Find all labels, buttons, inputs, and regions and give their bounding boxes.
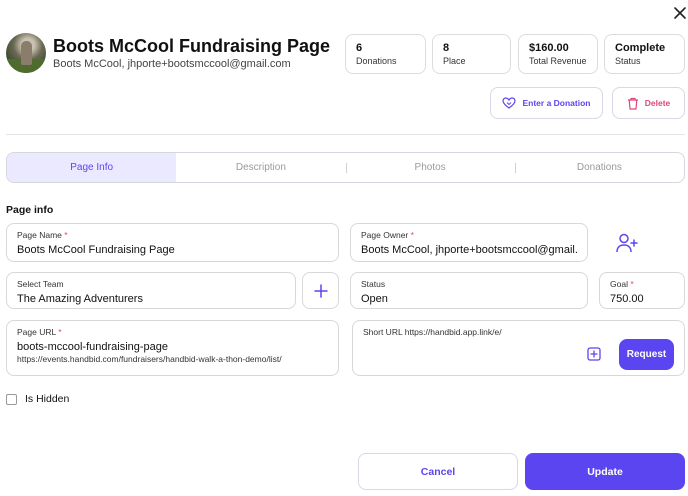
tab-donations[interactable]: Donations bbox=[514, 153, 684, 182]
stat-label: Donations bbox=[356, 56, 397, 66]
close-button[interactable] bbox=[671, 4, 688, 22]
stat-value: 8 bbox=[443, 42, 450, 54]
enter-donation-button[interactable]: Enter a Donation bbox=[490, 87, 603, 119]
tab-photos[interactable]: Photos bbox=[345, 153, 515, 182]
delete-label: Delete bbox=[644, 98, 671, 108]
heart-donation-icon bbox=[502, 97, 517, 109]
update-button[interactable]: Update bbox=[525, 453, 685, 490]
page-owner-label: Page Owner * bbox=[361, 230, 414, 240]
is-hidden-checkbox[interactable] bbox=[6, 393, 17, 405]
is-hidden-label: Is Hidden bbox=[25, 393, 70, 405]
status-value[interactable]: Open bbox=[361, 293, 577, 305]
tab-page-info[interactable]: Page Info bbox=[7, 153, 177, 182]
page-url-label: Page URL * bbox=[17, 327, 62, 337]
plus-square-icon bbox=[587, 347, 601, 361]
tab-bar: Page Info Description Photos Donations bbox=[6, 152, 685, 183]
add-user-icon bbox=[616, 233, 638, 253]
header-divider bbox=[6, 134, 685, 135]
tab-description[interactable]: Description bbox=[176, 153, 345, 182]
required-mark: * bbox=[630, 279, 634, 289]
stat-status: Complete Status bbox=[604, 34, 685, 74]
required-mark: * bbox=[64, 230, 68, 240]
add-team-button[interactable] bbox=[302, 272, 339, 309]
goal-field[interactable]: Goal * 750.00 bbox=[599, 272, 685, 309]
page-title: Boots McCool Fundraising Page bbox=[53, 36, 331, 56]
is-hidden-row: Is Hidden bbox=[6, 393, 69, 405]
plus-icon bbox=[313, 283, 328, 298]
stat-value: Complete bbox=[615, 42, 666, 54]
page-url-full: https://events.handbid.com/fundraisers/h… bbox=[17, 354, 282, 364]
stat-label: Status bbox=[615, 56, 641, 66]
trash-icon bbox=[627, 97, 638, 110]
select-team-value[interactable]: The Amazing Adventurers bbox=[17, 293, 285, 305]
page-owner-input[interactable]: Boots McCool, jhporte+bootsmccool@gmail.… bbox=[361, 244, 577, 256]
copy-short-url-button[interactable] bbox=[586, 346, 602, 362]
stat-label: Total Revenue bbox=[529, 56, 587, 66]
enter-donation-label: Enter a Donation bbox=[522, 98, 591, 108]
stat-donations: 6 Donations bbox=[345, 34, 426, 74]
avatar bbox=[6, 33, 46, 73]
add-owner-button[interactable] bbox=[612, 229, 642, 257]
stat-value: $160.00 bbox=[529, 42, 569, 54]
close-icon bbox=[674, 7, 686, 19]
request-button[interactable]: Request bbox=[619, 339, 674, 370]
page-name-field[interactable]: Page Name * Boots McCool Fundraising Pag… bbox=[6, 223, 339, 262]
short-url-label: Short URL https://handbid.app.link/e/ bbox=[363, 327, 502, 337]
select-team-label: Select Team bbox=[17, 279, 64, 289]
page-owner-field[interactable]: Page Owner * Boots McCool, jhporte+boots… bbox=[350, 223, 588, 262]
stat-place: 8 Place bbox=[432, 34, 511, 74]
required-mark: * bbox=[58, 327, 62, 337]
stat-value: 6 bbox=[356, 42, 363, 54]
select-team-field[interactable]: Select Team The Amazing Adventurers bbox=[6, 272, 296, 309]
section-title: Page info bbox=[6, 204, 54, 216]
required-mark: * bbox=[410, 230, 414, 240]
page-name-label: Page Name * bbox=[17, 230, 68, 240]
delete-button[interactable]: Delete bbox=[612, 87, 685, 119]
page-owner-subtitle: Boots McCool, jhporte+bootsmccool@gmail.… bbox=[53, 58, 291, 70]
page-url-field[interactable]: Page URL * boots-mccool-fundraising-page… bbox=[6, 320, 339, 376]
goal-input[interactable]: 750.00 bbox=[610, 293, 674, 305]
cancel-button[interactable]: Cancel bbox=[358, 453, 518, 490]
status-label: Status bbox=[361, 279, 386, 289]
status-field[interactable]: Status Open bbox=[350, 272, 588, 309]
page-url-input[interactable]: boots-mccool-fundraising-page bbox=[17, 341, 328, 353]
stat-total-revenue: $160.00 Total Revenue bbox=[518, 34, 598, 74]
stat-label: Place bbox=[443, 56, 466, 66]
goal-label: Goal * bbox=[610, 279, 634, 289]
page-name-input[interactable]: Boots McCool Fundraising Page bbox=[17, 244, 328, 256]
